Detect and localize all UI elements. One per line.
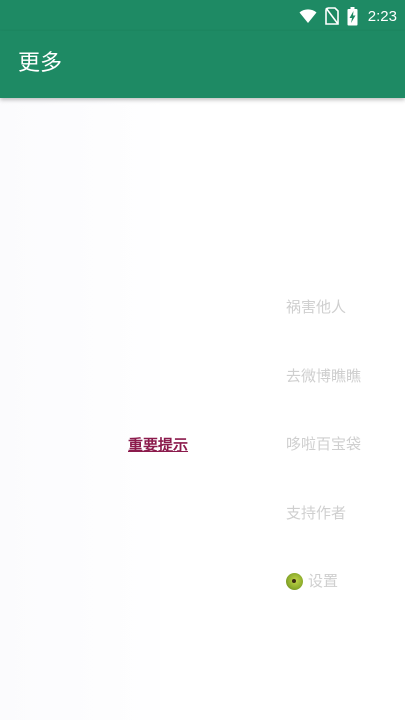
menu-item-support-author[interactable]: 支持作者 bbox=[286, 502, 346, 524]
battery-charging-icon bbox=[347, 6, 358, 26]
content-area: 重要提示 祸害他人 去微博瞧瞧 哆啦百宝袋 支持作者 设置 bbox=[0, 98, 405, 720]
status-icons: 2:23 bbox=[299, 6, 397, 26]
content-shade bbox=[0, 98, 160, 720]
wifi-icon bbox=[299, 8, 317, 24]
no-sim-icon bbox=[324, 7, 339, 25]
menu-item-settings-label: 设置 bbox=[308, 572, 339, 590]
menu-item-doraemon-bag[interactable]: 哆啦百宝袋 bbox=[286, 433, 361, 455]
menu-item-settings[interactable]: 设置 bbox=[286, 570, 338, 592]
menu-item-weibo[interactable]: 去微博瞧瞧 bbox=[286, 365, 361, 387]
app-bar: 更多 bbox=[0, 31, 405, 98]
clock-time: 2:23 bbox=[367, 7, 397, 25]
kiwi-settings-icon bbox=[286, 572, 303, 590]
page-title: 更多 bbox=[18, 51, 63, 76]
important-notice-link[interactable]: 重要提示 bbox=[128, 434, 188, 456]
status-bar: 2:23 bbox=[0, 0, 405, 31]
menu-item-harm-others[interactable]: 祸害他人 bbox=[286, 296, 346, 318]
